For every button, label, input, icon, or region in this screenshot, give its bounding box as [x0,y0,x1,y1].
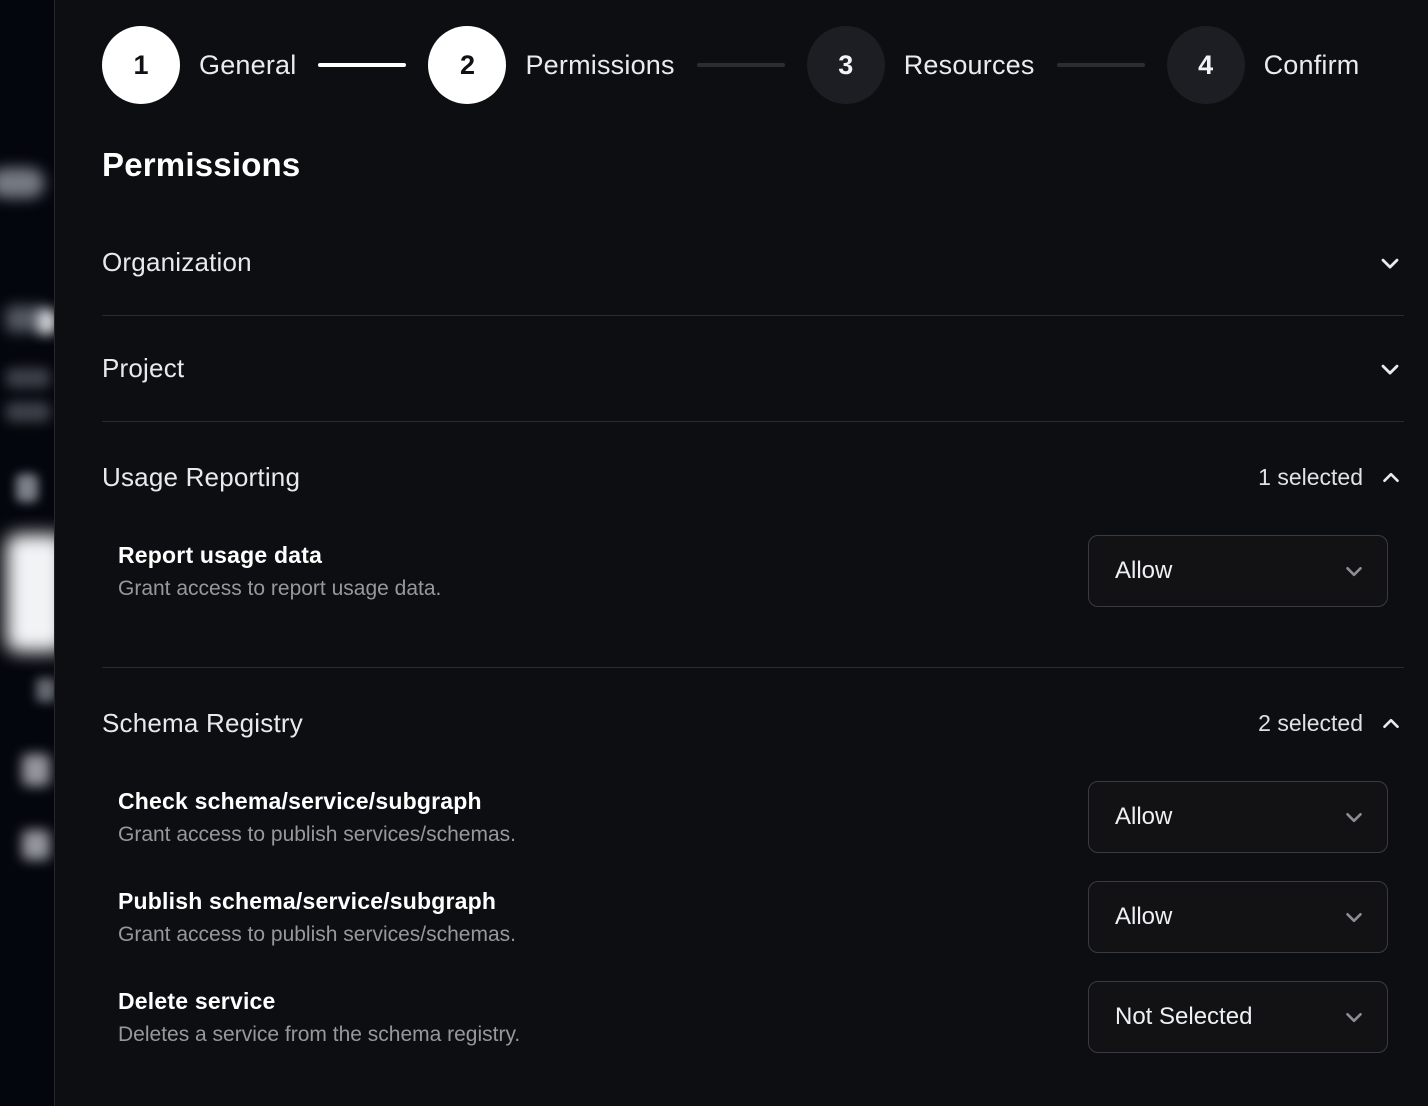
permission-description: Grant access to publish services/schemas… [118,923,516,947]
permission-select[interactable]: Allow [1088,881,1388,953]
permission-text: Check schema/service/subgraph Grant acce… [118,788,540,847]
step-number-badge: 1 [102,26,180,104]
section-usage-reporting-header[interactable]: Usage Reporting 1 selected [102,422,1404,521]
step-label: Confirm [1264,50,1360,81]
permission-select[interactable]: Allow [1088,535,1388,607]
permission-sections: Organization Project Usage Reporting 1 s… [102,210,1404,1067]
permission-select-value: Allow [1115,557,1172,585]
selected-count: 2 selected [1258,710,1363,737]
section-title: Usage Reporting [102,462,300,493]
blurred-text [36,678,56,702]
permission-text: Delete service Deletes a service from th… [118,988,544,1047]
permission-item-check-schema: Check schema/service/subgraph Grant acce… [118,767,1404,867]
section-meta [1376,249,1404,277]
section-usage-reporting: Usage Reporting 1 selected Report usage … [102,422,1404,668]
chevron-down-icon [1341,804,1367,830]
step-general[interactable]: 1 General [102,26,296,104]
permission-select-value: Allow [1115,903,1172,931]
blurred-text [6,402,50,422]
permission-title: Publish schema/service/subgraph [118,888,516,915]
step-resources[interactable]: 3 Resources [807,26,1035,104]
step-confirm[interactable]: 4 Confirm [1167,26,1360,104]
permission-title: Delete service [118,988,520,1015]
chevron-down-icon [1341,904,1367,930]
permission-select-value: Allow [1115,803,1172,831]
permission-description: Deletes a service from the schema regist… [118,1023,520,1047]
chevron-up-icon[interactable] [1378,465,1404,491]
permission-item-publish-schema: Publish schema/service/subgraph Grant ac… [118,867,1404,967]
blurred-text [6,368,50,388]
section-title: Organization [102,247,252,278]
blurred-text [22,754,50,786]
section-meta: 2 selected [1258,710,1404,737]
permission-title: Check schema/service/subgraph [118,788,516,815]
permission-text: Report usage data Grant access to report… [118,542,465,601]
permission-items: Report usage data Grant access to report… [102,521,1404,667]
section-title: Project [102,353,184,384]
step-connector [1057,63,1145,67]
section-schema-registry-header[interactable]: Schema Registry 2 selected [102,668,1404,767]
section-organization: Organization [102,210,1404,316]
step-label: Permissions [525,50,674,81]
section-meta [1376,355,1404,383]
section-project-header[interactable]: Project [102,316,1404,421]
step-permissions[interactable]: 2 Permissions [428,26,674,104]
permission-text: Publish schema/service/subgraph Grant ac… [118,888,540,947]
chevron-down-icon [1341,558,1367,584]
permission-description: Grant access to report usage data. [118,577,441,601]
page-title: Permissions [102,146,1404,184]
section-meta: 1 selected [1258,464,1404,491]
permission-description: Grant access to publish services/schemas… [118,823,516,847]
section-schema-registry: Schema Registry 2 selected Check schema/… [102,668,1404,1067]
step-number-badge: 3 [807,26,885,104]
permission-select[interactable]: Not Selected [1088,981,1388,1053]
section-organization-header[interactable]: Organization [102,210,1404,315]
step-connector [697,63,785,67]
permission-title: Report usage data [118,542,441,569]
permission-items: Check schema/service/subgraph Grant acce… [102,767,1404,1067]
step-connector [318,63,406,67]
step-number-badge: 2 [428,26,506,104]
blurred-logo [0,168,44,198]
step-label: Resources [904,50,1035,81]
selected-count: 1 selected [1258,464,1363,491]
section-title: Schema Registry [102,708,303,739]
chevron-down-icon[interactable] [1376,249,1404,277]
section-project: Project [102,316,1404,422]
permission-select-value: Not Selected [1115,1003,1252,1031]
permission-item-report-usage-data: Report usage data Grant access to report… [118,521,1404,621]
permission-select[interactable]: Allow [1088,781,1388,853]
blurred-text [22,830,50,860]
chevron-up-icon[interactable] [1378,711,1404,737]
wizard-stepper: 1 General 2 Permissions 3 Resources 4 Co… [102,26,1404,104]
chevron-down-icon[interactable] [1376,355,1404,383]
step-number-badge: 4 [1167,26,1245,104]
step-label: General [199,50,296,81]
permission-item-delete-service: Delete service Deletes a service from th… [118,967,1404,1067]
chevron-down-icon [1341,1004,1367,1030]
blurred-icon [16,474,38,502]
create-token-wizard-panel: 1 General 2 Permissions 3 Resources 4 Co… [54,0,1428,1106]
